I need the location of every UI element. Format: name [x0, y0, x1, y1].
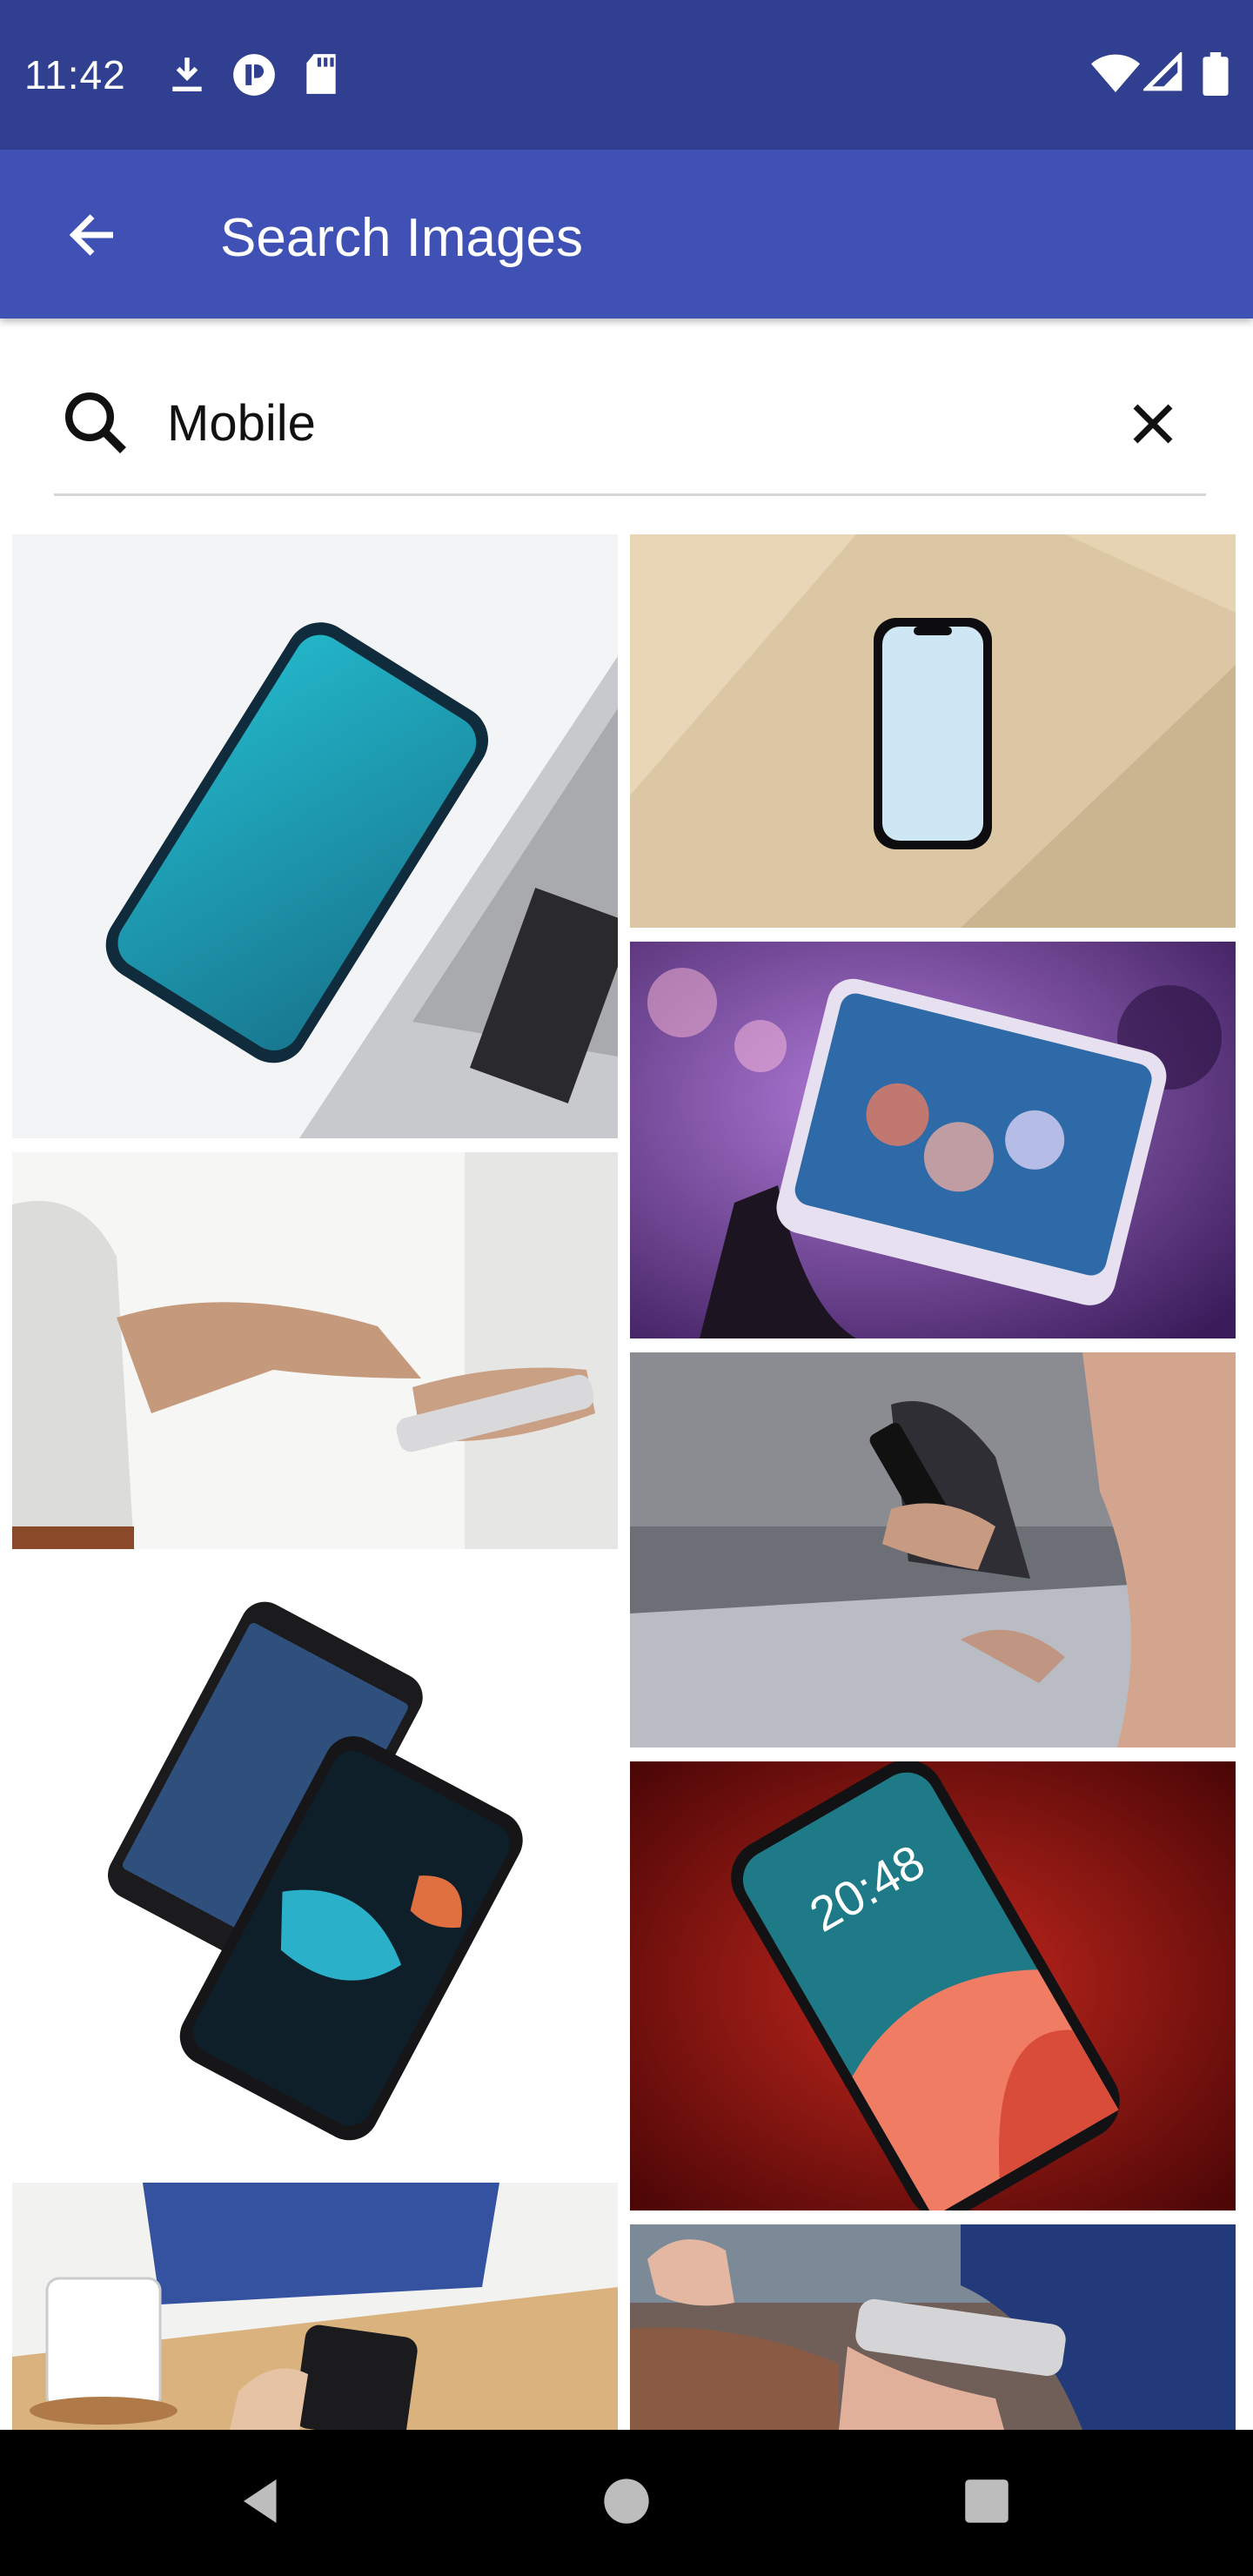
image-results-grid: 20:48: [0, 522, 1253, 2430]
status-time: 11:42: [24, 52, 126, 97]
nav-home-icon: [602, 2477, 651, 2530]
battery-icon: [1203, 52, 1229, 96]
close-icon: [1127, 398, 1179, 454]
nav-recents-icon: [963, 2478, 1010, 2529]
result-image-8[interactable]: [12, 2183, 618, 2430]
result-image-3[interactable]: [630, 942, 1236, 1338]
page-title: Search Images: [220, 208, 583, 268]
result-image-7[interactable]: 20:48: [630, 1761, 1236, 2210]
wifi-icon: [1091, 52, 1140, 96]
download-icon: [165, 52, 209, 96]
result-image-1[interactable]: [12, 534, 618, 1138]
status-bar: 11:42: [0, 0, 1253, 150]
app-bar: Search Images: [0, 150, 1253, 319]
search-bar: [54, 366, 1206, 496]
app-notification-icon: [231, 52, 277, 96]
nav-back-button[interactable]: [226, 2468, 296, 2538]
nav-back-icon: [235, 2475, 287, 2532]
result-image-4[interactable]: [12, 1152, 618, 1549]
system-navigation-bar: [0, 2430, 1253, 2576]
search-input[interactable]: [167, 388, 1037, 458]
result-image-2[interactable]: [630, 534, 1236, 928]
result-image-9[interactable]: [630, 2224, 1236, 2430]
sd-card-icon: [301, 52, 341, 96]
search-icon: [59, 386, 132, 460]
nav-home-button[interactable]: [592, 2468, 661, 2538]
arrow-back-icon: [64, 207, 120, 267]
result-image-6[interactable]: [12, 1563, 618, 2169]
back-button[interactable]: [49, 193, 136, 280]
nav-recents-button[interactable]: [952, 2468, 1022, 2538]
clear-search-button[interactable]: [1114, 386, 1192, 465]
cell-signal-icon: [1143, 52, 1183, 96]
result-image-5[interactable]: [630, 1352, 1236, 1748]
